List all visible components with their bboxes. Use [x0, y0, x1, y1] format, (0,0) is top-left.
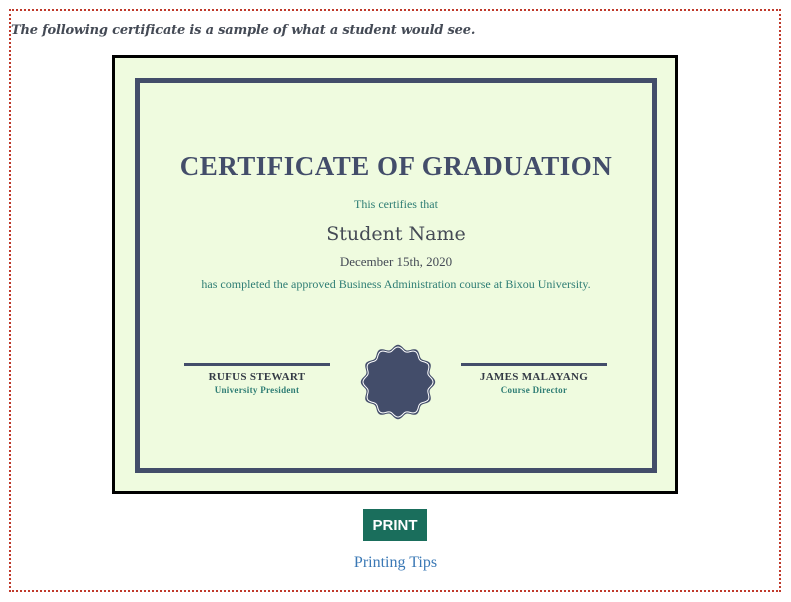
- signatory-name: RUFUS STEWART: [208, 371, 306, 383]
- printing-tips-link[interactable]: Printing Tips: [0, 554, 791, 572]
- certificate: CERTIFICATE OF GRADUATION This certifies…: [112, 55, 678, 494]
- intro-text: The following certificate is a sample of…: [11, 23, 476, 38]
- certifies-text: This certifies that: [354, 197, 438, 211]
- signature-block-director: JAMES MALAYANG Course Director: [461, 363, 607, 395]
- signatory-name: JAMES MALAYANG: [479, 371, 589, 383]
- student-name: Student Name: [326, 223, 466, 245]
- completion-statement: has completed the approved Business Admi…: [201, 277, 591, 291]
- certificate-title: CERTIFICATE OF GRADUATION: [179, 151, 613, 181]
- seal-icon: [360, 344, 436, 420]
- signature-block-president: RUFUS STEWART University President: [184, 363, 330, 395]
- signatory-role: University President: [214, 385, 300, 395]
- signatory-role: Course Director: [500, 385, 568, 395]
- signature-line: [184, 363, 330, 366]
- signature-line: [461, 363, 607, 366]
- graduation-date: December 15th, 2020: [339, 254, 453, 269]
- print-button[interactable]: PRINT: [363, 509, 427, 541]
- certificate-inner-border: CERTIFICATE OF GRADUATION This certifies…: [135, 78, 657, 473]
